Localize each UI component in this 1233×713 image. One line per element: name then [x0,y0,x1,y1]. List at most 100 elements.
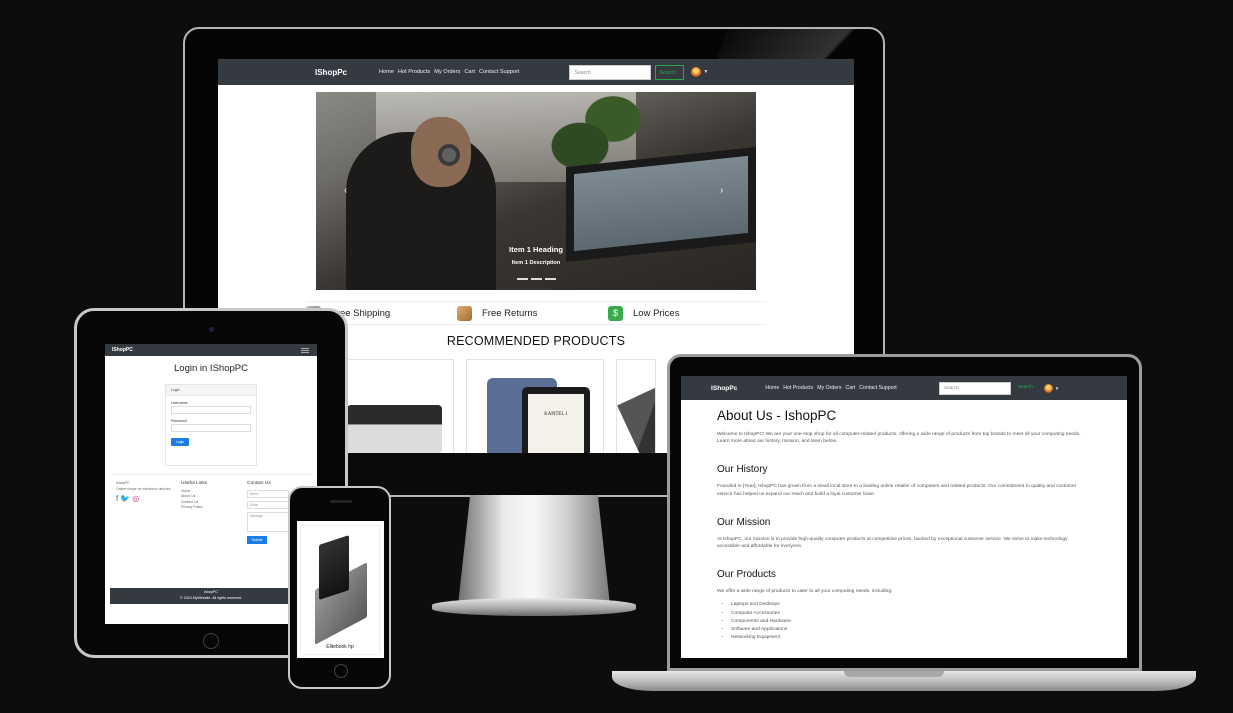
product-card[interactable] [616,359,656,457]
feature-free-returns: Free Returns [457,305,608,321]
footer-about: IshopPC Online shope for electronic devi… [116,481,172,503]
navbar-brand[interactable]: IShopPc [315,68,347,77]
search-button[interactable]: Search [1015,382,1040,395]
password-input[interactable] [171,424,251,432]
history-heading: Our History [717,464,768,476]
mission-paragraph: At IshopPC, our mission is to provide hi… [717,536,1068,550]
contact-email-input[interactable]: Email [247,500,289,509]
phone-speaker [330,500,352,503]
login-title: Login in IShopPC [174,363,248,374]
feature-label: Low Prices [633,307,680,319]
nav-link-hot-products[interactable]: Hot Products [398,69,430,75]
nav-link-my-orders[interactable]: My Orders [817,385,841,391]
copyright-bar: IshopPC © 2024 MyWebsite. All rights res… [110,588,312,604]
features-strip: Free Shipping Free Returns $ Low Prices [306,301,766,325]
nav-link-home[interactable]: Home [765,385,779,391]
password-label: Password [171,419,187,423]
navbar-links: Home Hot Products My Orders Cart Contact… [379,69,519,75]
search-button[interactable]: Search [655,64,685,80]
username-input[interactable] [171,406,251,414]
nav-link-cart[interactable]: Cart [845,385,855,391]
contact-message-input[interactable]: Message [247,511,289,532]
user-avatar[interactable] [1043,383,1053,393]
laptop-mockup: IShopPc Home Hot Products My Orders Cart… [667,354,1142,671]
products-paragraph: We offer a wide range of products to cat… [717,589,893,595]
tablet-home-button [203,633,219,649]
login-card-header: Login [166,385,256,396]
box-icon [457,305,472,321]
list-item: Laptops and Desktops [731,601,1091,609]
nav-link-home[interactable]: Home [379,69,394,75]
feature-label: Free Returns [482,307,538,319]
product-image-laptop [617,380,655,457]
nav-link-contact-support[interactable]: Contact Support [479,69,519,75]
login-card: Login Username Password Login [165,384,257,466]
monitor-stand-base [432,598,636,616]
history-paragraph: Founded in [Year], IshopPC has grown fro… [717,484,1077,497]
social-links: f 🐦 ◎ [116,495,172,503]
footer-contact: Contact Us Name Email Message Submit [247,481,289,544]
contact-name-input[interactable]: Name [247,489,289,498]
kindle-screen-text: KAPITEL 1 [528,394,584,457]
carousel-indicator[interactable] [517,278,528,280]
search-input[interactable]: Search [569,64,652,80]
carousel-heading: Item 1 Heading [508,245,563,254]
phone-mockup: Elitebook hp [288,486,391,689]
hamburger-menu-icon[interactable] [301,347,309,353]
product-card[interactable]: Elitebook hp [300,525,380,655]
navbar-brand[interactable]: IShopPC [112,347,133,353]
monitor-stand [458,495,610,605]
navbar-brand[interactable]: IShopPc [711,385,737,392]
footer-link-privacy[interactable]: Privacy Policy [181,505,207,511]
user-avatar[interactable] [691,67,702,77]
footer-tagline: Online shope for electronic devices [116,486,171,491]
nav-link-my-orders[interactable]: My Orders [434,69,460,75]
chevron-down-icon[interactable]: ▼ [1055,386,1059,391]
laptop-notch [844,671,944,677]
products-heading: Our Products [717,569,776,581]
search-input[interactable]: Search [938,381,1011,395]
carousel-indicators [517,278,556,280]
instagram-icon[interactable]: ◎ [132,495,139,503]
site-footer: IshopPC Online shope for electronic devi… [110,474,312,564]
list-item: Computer Accessories [731,610,1091,618]
carousel-prev-icon[interactable]: ‹ [344,185,347,196]
carousel-next-icon[interactable]: › [720,185,723,196]
nav-link-hot-products[interactable]: Hot Products [783,385,813,391]
intro-paragraph: Welcome to IshopPC! We are your one-stop… [717,432,1081,445]
about-page-body: About Us - IshopPC Welcome to IshopPC! W… [681,400,1127,642]
phone-screen: Elitebook hp [297,521,384,658]
tablet-camera [209,327,214,332]
login-button[interactable]: Login [171,438,189,446]
tablet-screen: IShopPC Login in IShopPC Login Username … [105,344,317,624]
product-cards: KAPITEL 1 [316,359,656,457]
product-image-laptop [311,535,371,645]
nav-link-contact-support[interactable]: Contact Support [859,385,897,391]
laptop-screen: IShopPc Home Hot Products My Orders Cart… [681,376,1127,658]
feature-low-prices: $ Low Prices [608,305,759,321]
carousel-indicator[interactable] [531,278,542,280]
facebook-icon[interactable]: f [116,495,118,503]
list-item: Software and Applications [731,626,1091,634]
username-label: Username [171,401,188,405]
list-item: Networking Equipment [731,634,1091,642]
laptop-navbar: IShopPc Home Hot Products My Orders Cart… [681,376,1127,400]
nav-link-cart[interactable]: Cart [464,69,475,75]
desktop-navbar: IShopPc Home Hot Products My Orders Cart… [218,59,854,85]
tablet-navbar: IShopPC [105,344,317,356]
carousel-indicator[interactable] [545,278,556,280]
hero-carousel: ‹ › Item 1 Heading Item 1 Description [316,92,756,290]
useful-links-heading: Useful Links [181,481,208,486]
list-item: Components and Hardware [731,618,1091,626]
navbar-links: Home Hot Products My Orders Cart Contact… [765,385,896,391]
twitter-icon[interactable]: 🐦 [120,495,130,503]
chevron-down-icon[interactable]: ▼ [703,69,708,75]
carousel-description: Item 1 Description [511,260,561,266]
product-card[interactable]: KAPITEL 1 [466,359,604,457]
contact-heading: Contact Us [247,481,271,486]
mission-heading: Our Mission [717,516,771,528]
phone-home-button [334,664,348,678]
product-image-printer [347,405,442,453]
product-title[interactable]: Elitebook hp [301,644,379,650]
submit-button[interactable]: Submit [247,535,267,544]
